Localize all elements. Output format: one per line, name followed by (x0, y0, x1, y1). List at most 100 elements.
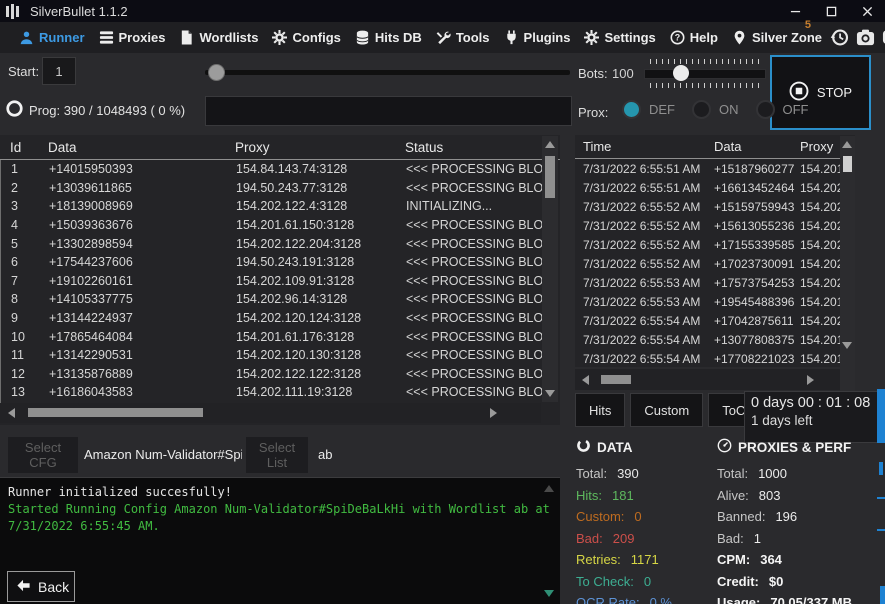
table-cell: +17155339585 (714, 238, 800, 252)
results-vscrollbar[interactable] (542, 136, 558, 402)
tab-hits[interactable]: Hits (575, 393, 625, 427)
menu-item-silver-zone[interactable]: Silver Zone5 (725, 22, 829, 53)
menu-item-settings[interactable]: Settings (577, 22, 662, 53)
table-row[interactable]: 5+13302898594154.202.122.204:3128<<< PRO… (1, 234, 542, 253)
scroll-up-arrow[interactable] (842, 141, 852, 148)
table-cell: +15159759943 (714, 200, 800, 214)
hits-hscrollbar[interactable] (575, 369, 840, 390)
proxies-panel-header: PROXIES & PERF (717, 438, 885, 456)
table-row[interactable]: 4+15039363676154.201.61.150:3128<<< PROC… (1, 216, 542, 235)
stat-value: 0 (644, 574, 651, 589)
table-row[interactable]: 8+14105337775154.202.96.14:3128<<< PROCE… (1, 290, 542, 309)
menu-item-configs[interactable]: Configs (265, 22, 347, 53)
table-cell: 5 (11, 237, 49, 251)
menu-item-wordlists[interactable]: Wordlists (172, 22, 265, 53)
table-cell: <<< PROCESSING BLOCK (406, 311, 542, 325)
stat-value: 0 (634, 509, 641, 524)
stat-label: CPM: (717, 552, 750, 567)
table-row[interactable]: 3+18139008969154.202.122.4:3128INITIALIZ… (1, 197, 542, 216)
table-cell: +17023730091 (714, 257, 800, 271)
table-cell: 9 (11, 311, 49, 325)
start-slider[interactable] (205, 63, 570, 81)
scroll-left-arrow[interactable] (8, 408, 15, 418)
menu-item-proxies[interactable]: Proxies (92, 22, 173, 53)
table-row[interactable]: 6+17544237606194.50.243.191:3128<<< PROC… (1, 253, 542, 272)
hits-vscrollbar[interactable] (840, 136, 855, 391)
scroll-left-arrow[interactable] (582, 375, 589, 385)
stat-label: Retries: (576, 552, 621, 567)
app-window: SilverBullet 1.1.2 RunnerProxiesWordlist… (0, 0, 885, 604)
table-cell: 154.202.120.124:3128 (236, 311, 406, 325)
table-row[interactable]: 13+16186043583154.202.111.19:3128<<< PRO… (1, 383, 542, 402)
menu-item-label: Silver Zone (752, 30, 822, 45)
table-row[interactable]: 7/31/2022 6:55:52 AM+15613055236154.202 (575, 216, 840, 235)
timer-remaining: 1 days left (751, 413, 878, 428)
data-panel-header: DATA (576, 438, 708, 456)
maximize-button[interactable] (813, 0, 849, 22)
menu-item-plugins[interactable]: Plugins (497, 22, 578, 53)
prox-option-def[interactable]: DEF (622, 100, 675, 119)
table-row[interactable]: 7/31/2022 6:55:52 AM+17155339585154.202 (575, 235, 840, 254)
menu-item-help[interactable]: ?Help (663, 22, 725, 53)
right-scrollbar-thumb[interactable] (877, 389, 885, 443)
scroll-down-arrow[interactable] (842, 342, 852, 349)
back-button[interactable]: Back (7, 571, 75, 602)
table-row[interactable]: 7/31/2022 6:55:52 AM+15159759943154.202 (575, 197, 840, 216)
table-row[interactable]: 10+17865464084154.201.61.176:3128<<< PRO… (1, 327, 542, 346)
menu-item-hits-db[interactable]: Hits DB (348, 22, 429, 53)
table-cell: 7/31/2022 6:55:52 AM (583, 219, 714, 233)
menu-item-tools[interactable]: Tools (429, 22, 497, 53)
table-row[interactable]: 7+19102260161154.202.109.91:3128<<< PROC… (1, 272, 542, 291)
scroll-down-arrow[interactable] (544, 590, 554, 597)
close-button[interactable] (849, 0, 885, 22)
scroll-up-arrow[interactable] (545, 141, 555, 148)
scroll-down-arrow[interactable] (545, 390, 555, 397)
scroll-up-arrow[interactable] (544, 485, 554, 492)
prox-option-on[interactable]: ON (692, 100, 739, 119)
table-row[interactable]: 7/31/2022 6:55:53 AM+19545488396154.201 (575, 292, 840, 311)
stat-label: Credit: (717, 574, 759, 589)
slider-thumb[interactable] (208, 64, 225, 81)
start-input[interactable] (42, 57, 76, 85)
results-hscrollbar[interactable] (0, 403, 541, 423)
log-line: Started Running Config Amazon Num-Valida… (8, 501, 560, 535)
table-row[interactable]: 7/31/2022 6:55:54 AM+13077808375154.201 (575, 330, 840, 349)
prox-option-off[interactable]: OFF (756, 100, 809, 119)
table-row[interactable]: 7/31/2022 6:55:51 AM+15187960277154.201 (575, 159, 840, 178)
tab-custom[interactable]: Custom (630, 393, 703, 427)
stat-label: Bad: (717, 531, 744, 546)
stat-label: Usage: (717, 595, 760, 604)
stat-label: Hits: (576, 488, 602, 503)
table-cell: 194.50.243.77:3128 (236, 181, 406, 195)
select-list-button[interactable]: Select List (246, 437, 308, 473)
table-row[interactable]: 7/31/2022 6:55:53 AM+17573754253154.202 (575, 273, 840, 292)
table-row[interactable]: 2+13039611865194.50.243.77:3128<<< PROCE… (1, 179, 542, 198)
scrollbar-thumb[interactable] (601, 375, 631, 384)
camera-icon[interactable] (855, 27, 876, 48)
scrollbar-thumb[interactable] (545, 156, 555, 198)
history-icon[interactable] (829, 27, 850, 48)
discord-icon[interactable] (881, 27, 885, 48)
scrollbar-thumb[interactable] (28, 408, 203, 417)
stat-row: To Check:0 (576, 571, 708, 593)
table-row[interactable]: 7/31/2022 6:55:52 AM+17023730091154.202 (575, 254, 840, 273)
table-row[interactable]: 1+14015950393154.84.143.74:3128<<< PROCE… (1, 160, 542, 179)
scroll-right-arrow[interactable] (807, 375, 814, 385)
table-cell: 154.202.122.204:3128 (236, 237, 406, 251)
slider-thumb[interactable] (673, 65, 689, 81)
bots-slider[interactable] (644, 56, 766, 92)
table-cell: 154.202.111.19:3128 (236, 385, 406, 399)
table-cell: +19102260161 (49, 274, 236, 288)
table-row[interactable]: 7/31/2022 6:55:54 AM+17042875611154.202 (575, 311, 840, 330)
table-row[interactable]: 7/31/2022 6:55:51 AM+16613452464154.202 (575, 178, 840, 197)
menu-item-runner[interactable]: Runner (12, 22, 92, 53)
table-row[interactable]: 7/31/2022 6:55:54 AM+17708221023154.201 (575, 349, 840, 367)
table-row[interactable]: 12+13135876889154.202.122.122:3128<<< PR… (1, 365, 542, 384)
table-row[interactable]: 11+13142290531154.202.120.130:3128<<< PR… (1, 346, 542, 365)
select-cfg-button[interactable]: Select CFG (8, 437, 78, 473)
bots-label: Bots: (578, 66, 608, 81)
scrollbar-thumb[interactable] (843, 156, 852, 172)
scroll-right-arrow[interactable] (490, 408, 497, 418)
table-cell: 154.202.122.122:3128 (236, 367, 406, 381)
table-row[interactable]: 9+13144224937154.202.120.124:3128<<< PRO… (1, 309, 542, 328)
